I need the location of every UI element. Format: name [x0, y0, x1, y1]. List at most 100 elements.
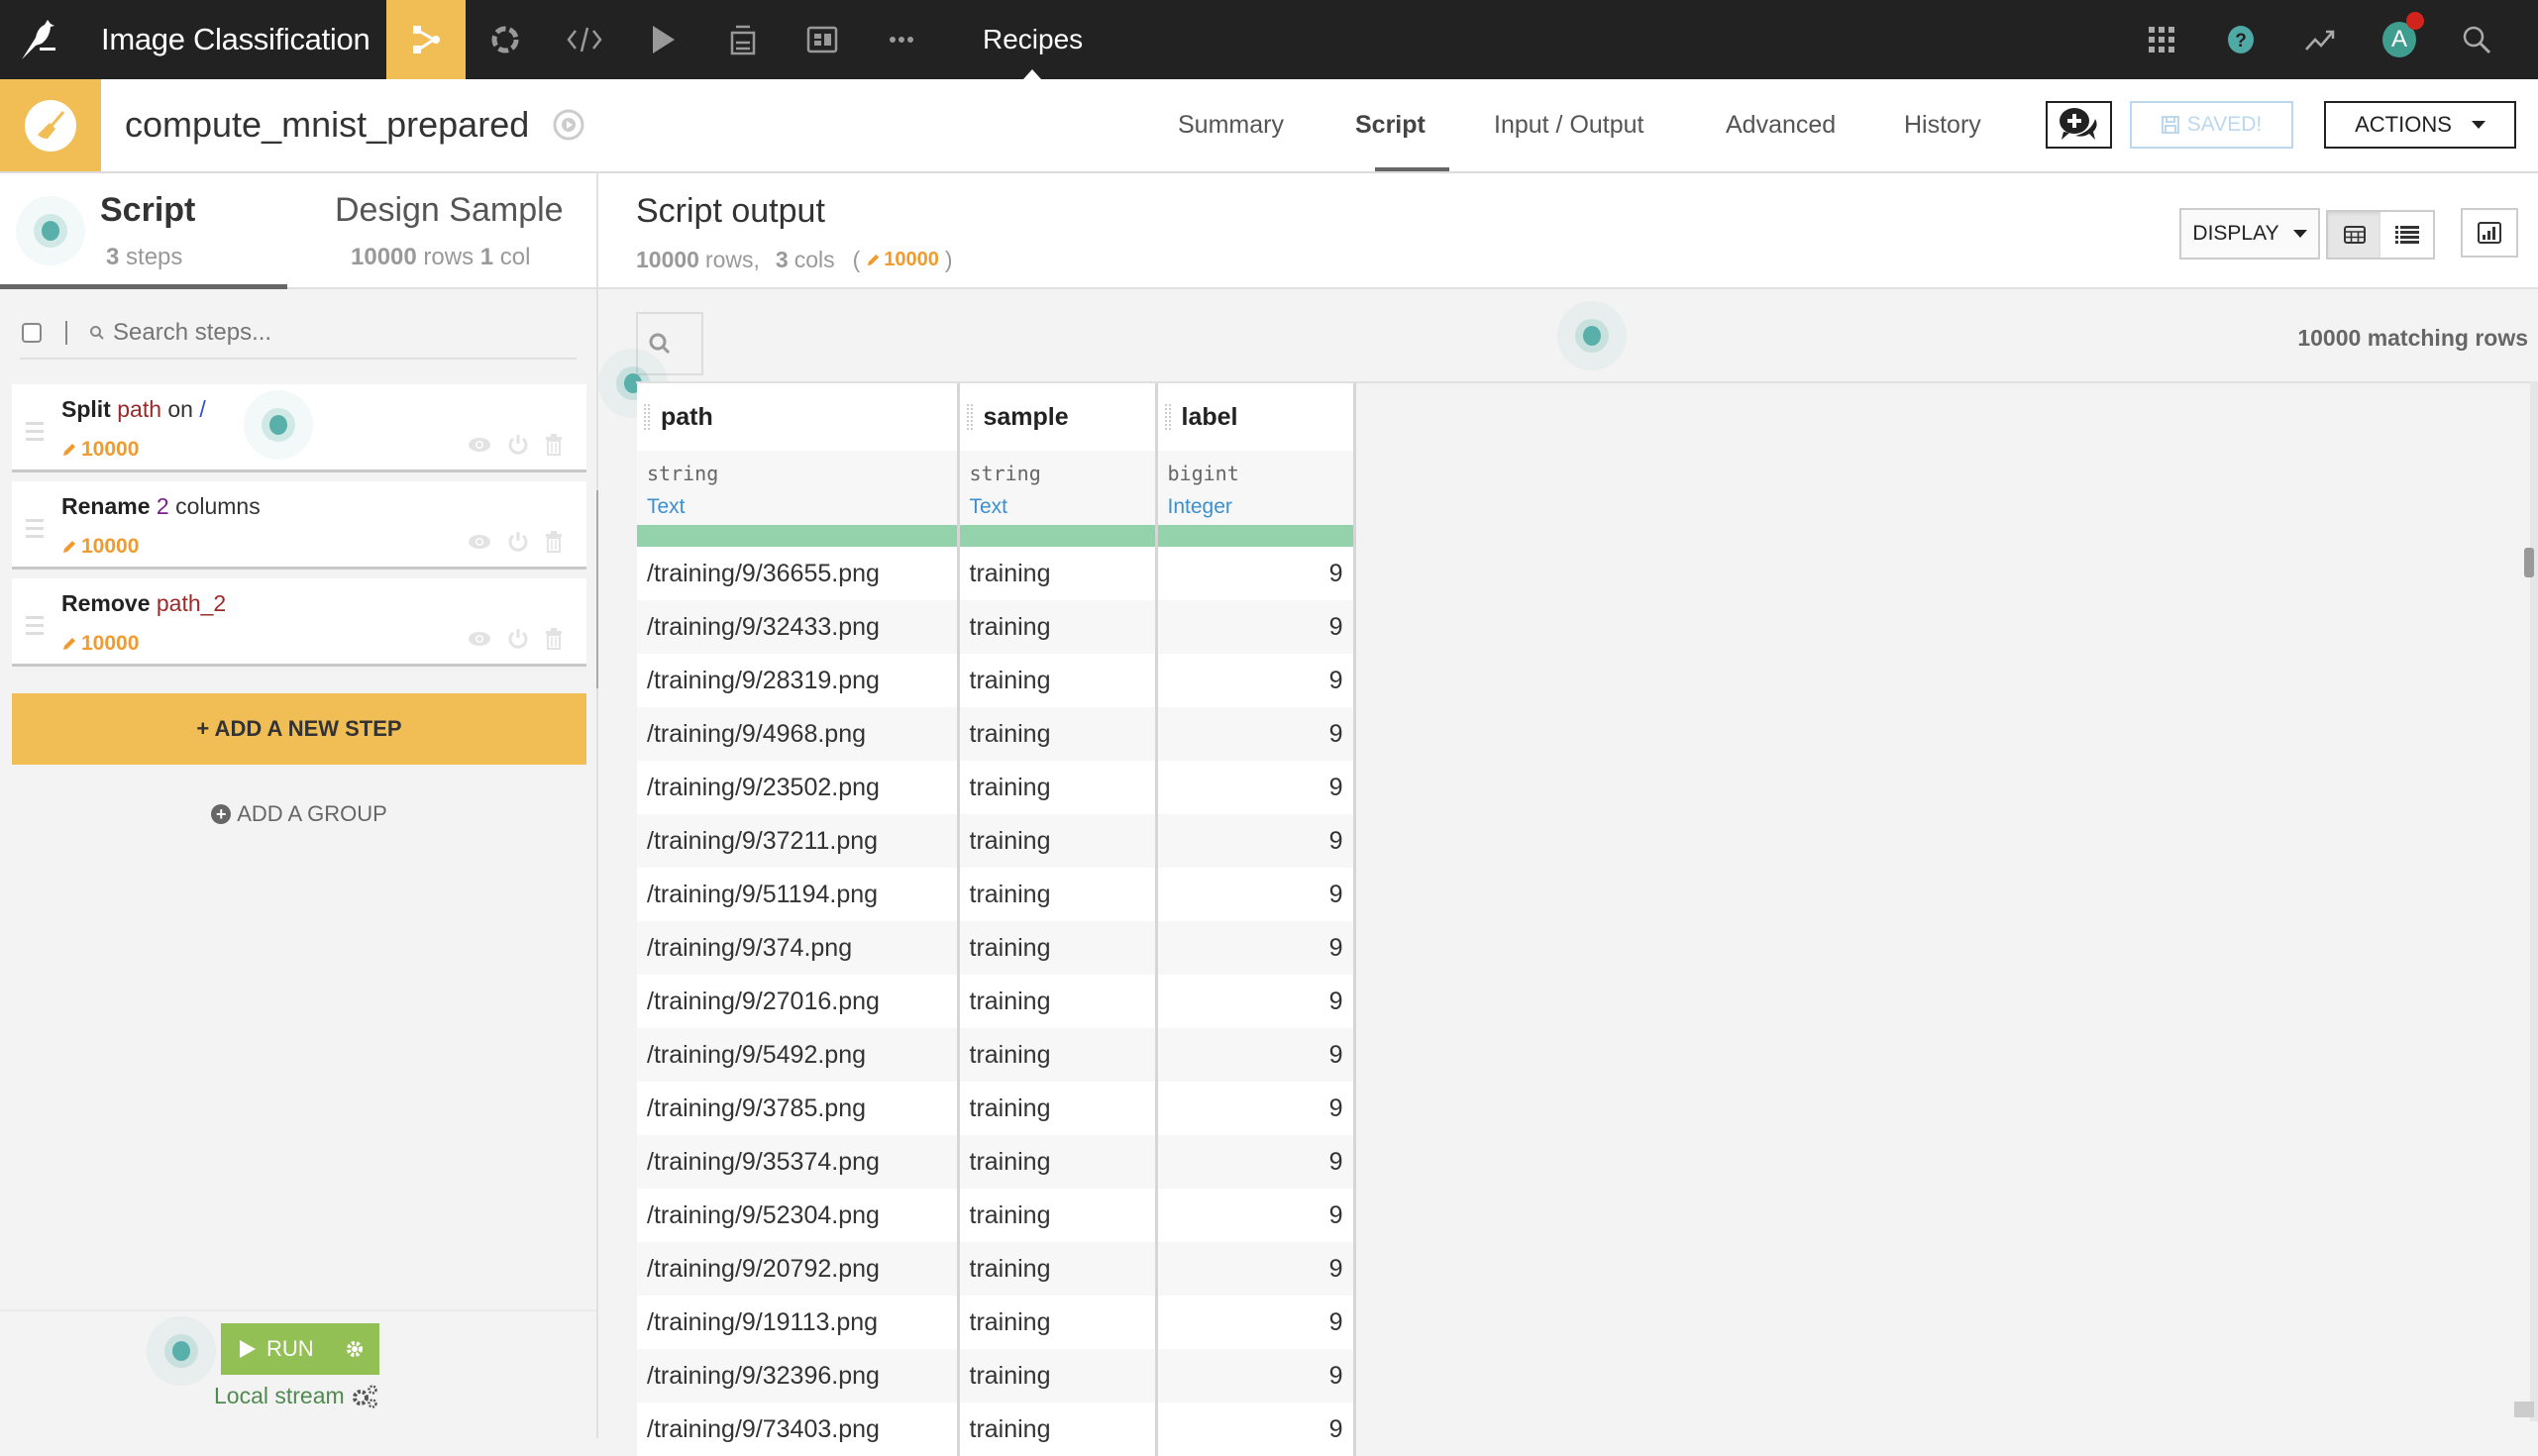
datasets-icon[interactable] — [703, 0, 783, 79]
table-cell-path[interactable]: /training/9/37211.png — [637, 814, 960, 868]
table-cell-label[interactable]: 9 — [1156, 547, 1356, 600]
quality-bar[interactable] — [958, 525, 1158, 547]
table-cell-sample[interactable]: training — [958, 921, 1158, 975]
avatar[interactable]: A — [2378, 12, 2424, 61]
tab-design-sample[interactable]: Design Sample 10000 rows 1 col — [287, 173, 596, 289]
power-icon[interactable] — [507, 628, 529, 650]
run-icon[interactable] — [624, 0, 703, 79]
tutorial-hotspot[interactable] — [1557, 301, 1627, 370]
column-drag-grip-icon[interactable] — [965, 403, 974, 431]
drag-handle-icon[interactable] — [26, 519, 44, 543]
tab-input-output[interactable]: Input / Output — [1494, 105, 1644, 145]
table-cell-sample[interactable]: training — [958, 1296, 1158, 1349]
table-cell-label[interactable]: 9 — [1156, 975, 1356, 1028]
add-group-button[interactable]: + ADD A GROUP — [12, 784, 586, 844]
activity-icon[interactable] — [2298, 18, 2342, 61]
recipe-name[interactable]: compute_mnist_prepared — [125, 103, 529, 147]
saved-button[interactable]: SAVED! — [2130, 101, 2293, 149]
table-cell-label[interactable]: 9 — [1156, 600, 1356, 654]
table-cell-path[interactable]: /training/9/32433.png — [637, 600, 960, 654]
jobs-icon[interactable] — [466, 0, 545, 79]
table-cell-sample[interactable]: training — [958, 868, 1158, 921]
meaning-link[interactable]: Text — [970, 492, 1155, 522]
table-cell-sample[interactable]: training — [958, 654, 1158, 707]
table-cell-path[interactable]: /training/9/4968.png — [637, 707, 960, 761]
quality-bar[interactable] — [637, 525, 960, 547]
discussions-button[interactable] — [2046, 101, 2112, 149]
step-card[interactable]: Rename 2 columns 10000 — [12, 481, 586, 570]
column-stats-button[interactable] — [2461, 208, 2518, 258]
table-cell-label[interactable]: 9 — [1156, 707, 1356, 761]
tab-summary[interactable]: Summary — [1178, 105, 1284, 145]
table-row[interactable]: /training/9/20792.png training 9 — [637, 1242, 1356, 1296]
table-cell-sample[interactable]: training — [958, 1082, 1158, 1135]
table-row[interactable]: /training/9/32396.png training 9 — [637, 1349, 1356, 1403]
table-row[interactable]: /training/9/23502.png training 9 — [637, 761, 1356, 814]
select-all-steps-checkbox[interactable] — [22, 323, 42, 343]
meaning-link[interactable]: Integer — [1168, 492, 1353, 522]
column-header-sample[interactable]: sample — [958, 383, 1158, 451]
table-row[interactable]: /training/9/32433.png training 9 — [637, 600, 1356, 654]
trash-icon[interactable] — [545, 434, 563, 456]
table-cell-sample[interactable]: training — [958, 1403, 1158, 1456]
table-row[interactable]: /training/9/19113.png training 9 — [637, 1296, 1356, 1349]
table-row[interactable]: /training/9/36655.png training 9 — [637, 547, 1356, 600]
trash-icon[interactable] — [545, 531, 563, 553]
run-button[interactable]: RUN — [221, 1336, 330, 1362]
trash-icon[interactable] — [545, 628, 563, 650]
recipe-status-icon[interactable] — [553, 109, 584, 146]
step-card[interactable]: Split path on / 10000 — [12, 384, 586, 472]
project-title[interactable]: Image Classification — [101, 20, 370, 59]
table-row[interactable]: /training/9/4968.png training 9 — [637, 707, 1356, 761]
table-cell-path[interactable]: /training/9/28319.png — [637, 654, 960, 707]
table-row[interactable]: /training/9/51194.png training 9 — [637, 868, 1356, 921]
table-cell-path[interactable]: /training/9/374.png — [637, 921, 960, 975]
table-cell-path[interactable]: /training/9/19113.png — [637, 1296, 960, 1349]
tab-script-steps[interactable]: Script 3 steps — [0, 173, 287, 289]
list-view-button[interactable] — [2380, 212, 2433, 258]
table-cell-label[interactable]: 9 — [1156, 1028, 1356, 1082]
section-recipes-label[interactable]: Recipes — [983, 20, 1083, 59]
table-cell-path[interactable]: /training/9/73403.png — [637, 1403, 960, 1456]
table-cell-path[interactable]: /training/9/35374.png — [637, 1135, 960, 1189]
table-cell-sample[interactable]: training — [958, 761, 1158, 814]
table-cell-path[interactable]: /training/9/32396.png — [637, 1349, 960, 1403]
table-cell-path[interactable]: /training/9/3785.png — [637, 1082, 960, 1135]
quality-bar[interactable] — [1156, 525, 1356, 547]
table-cell-sample[interactable]: training — [958, 1242, 1158, 1296]
table-cell-path[interactable]: /training/9/5492.png — [637, 1028, 960, 1082]
power-icon[interactable] — [507, 531, 529, 553]
table-cell-label[interactable]: 9 — [1156, 1135, 1356, 1189]
table-cell-sample[interactable]: training — [958, 1189, 1158, 1242]
power-icon[interactable] — [507, 434, 529, 456]
table-cell-label[interactable]: 9 — [1156, 868, 1356, 921]
column-drag-grip-icon[interactable] — [1163, 403, 1172, 431]
table-cell-label[interactable]: 9 — [1156, 1403, 1356, 1456]
table-cell-sample[interactable]: training — [958, 814, 1158, 868]
table-cell-sample[interactable]: training — [958, 547, 1158, 600]
table-cell-path[interactable]: /training/9/23502.png — [637, 761, 960, 814]
dataiku-bird-logo-icon[interactable] — [18, 18, 65, 61]
table-cell-path[interactable]: /training/9/20792.png — [637, 1242, 960, 1296]
table-cell-path[interactable]: /training/9/52304.png — [637, 1189, 960, 1242]
tab-history[interactable]: History — [1904, 105, 1981, 145]
table-cell-sample[interactable]: training — [958, 1135, 1158, 1189]
table-cell-label[interactable]: 9 — [1156, 814, 1356, 868]
tutorial-hotspot[interactable] — [244, 390, 313, 460]
table-cell-path[interactable]: /training/9/51194.png — [637, 868, 960, 921]
table-cell-path[interactable]: /training/9/36655.png — [637, 547, 960, 600]
table-row[interactable]: /training/9/3785.png training 9 — [637, 1082, 1356, 1135]
table-cell-label[interactable]: 9 — [1156, 1082, 1356, 1135]
search-steps-input[interactable] — [113, 319, 569, 347]
table-cell-sample[interactable]: training — [958, 707, 1158, 761]
table-cell-path[interactable]: /training/9/27016.png — [637, 975, 960, 1028]
column-header-label[interactable]: label — [1156, 383, 1356, 451]
vertical-scrollbar-thumb[interactable] — [2524, 548, 2534, 577]
vertical-scrollbar[interactable] — [2530, 381, 2538, 1421]
actions-dropdown[interactable]: ACTIONS — [2324, 101, 2516, 149]
table-cell-label[interactable]: 9 — [1156, 1296, 1356, 1349]
table-cell-sample[interactable]: training — [958, 975, 1158, 1028]
flow-icon[interactable] — [386, 0, 466, 79]
table-row[interactable]: /training/9/73403.png training 9 — [637, 1403, 1356, 1456]
apps-grid-icon[interactable] — [2140, 18, 2183, 61]
